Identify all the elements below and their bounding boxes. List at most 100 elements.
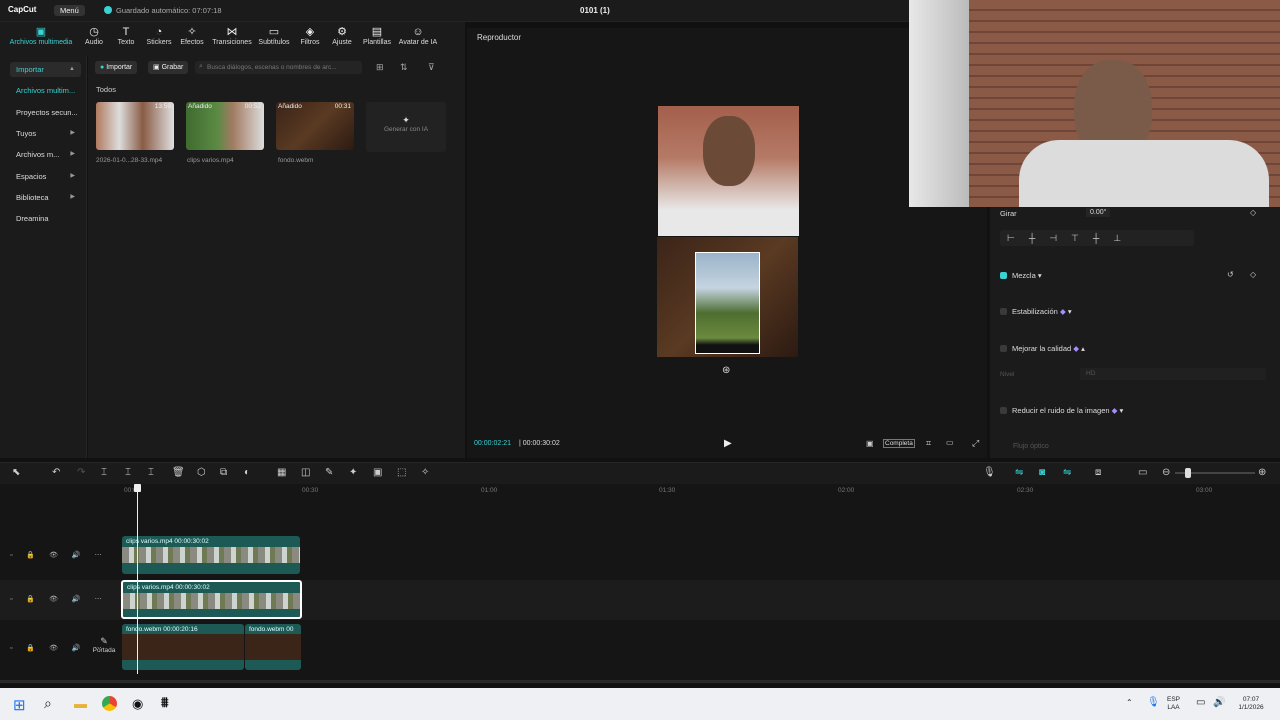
split-icon[interactable]: ⌶ [101,467,107,478]
grid-view-icon[interactable]: ⊞ [376,62,384,73]
volume-icon[interactable]: 🔊 [1213,697,1225,708]
sidebar-item-media-files[interactable]: Archivos multim... [10,83,81,98]
ai-tool-icon[interactable]: ✧ [421,467,429,478]
zoom-in-icon[interactable]: ⊕ [1258,467,1266,478]
crop-clip-icon[interactable]: ⧉ [220,467,227,478]
media-thumb-3[interactable]: Añadido 00:31 [276,102,354,150]
fit-icon[interactable]: ▣ [866,439,874,448]
checkbox-icon[interactable] [1000,272,1007,279]
clock-time: 07:07 [1242,696,1260,703]
fullscreen-icon[interactable]: ⤢ [972,438,979,449]
search-icon[interactable]: ⌕ [44,695,52,712]
media-thumb-2[interactable]: Añadido 00:52 [186,102,264,150]
capcut-icon[interactable]: ⩩ [161,694,168,711]
delete-icon[interactable]: 🗑 [172,467,185,478]
select-tool-icon[interactable]: ⬉ [12,467,20,478]
marker-icon[interactable]: ⬡ [197,467,206,478]
crop-icon[interactable]: ⌗ [926,438,931,449]
background-clip-1[interactable]: fondo.webm 00:00:20:16 [122,624,244,670]
resize-icon[interactable]: ⬚ [397,467,406,478]
mirror-icon[interactable]: ◫ [301,467,310,478]
freeze-icon[interactable]: ▦ [277,467,286,478]
filter-all-label[interactable]: Todos [96,85,116,94]
sidebar-item-library[interactable]: Biblioteca ▶ [10,190,81,205]
checkbox-icon[interactable] [1000,407,1007,414]
magnet-icon[interactable]: ◙ [1039,467,1045,478]
snapshot-icon[interactable]: ▭ [946,438,954,447]
sidebar-item-secondary-projects[interactable]: Proyectos secun... [10,105,81,120]
align-toolbar[interactable]: ⊢┼⊣⊤┼⊥ [1000,230,1194,246]
clock[interactable]: 07:07 1/1/2026 [1231,696,1271,712]
link-icon[interactable]: ⇋ [1015,467,1023,478]
redo-icon[interactable]: ↷ [77,467,85,478]
zoom-out-icon[interactable]: ⊖ [1162,467,1170,478]
filter-icon[interactable]: ⊽ [428,62,435,73]
windows-start-icon[interactable]: ⊞ [13,696,26,714]
subtitle-track-icon[interactable]: ▭ [1138,467,1147,478]
stabilize-row[interactable]: Estabilización ◆ ▾ [1000,307,1072,316]
preview-selected-clip[interactable] [695,252,760,354]
tool-media[interactable]: ▣ Archivos multimedia [5,26,77,46]
tool-subtitles[interactable]: ▭ Subtítulos [254,26,294,46]
background-clip-2[interactable]: fondo.webm 00 [245,624,301,670]
media-thumb-1[interactable]: 13:59 [96,102,174,150]
tool-avatar[interactable]: ☺ Avatar de IA [396,26,440,46]
tool-transitions[interactable]: ⋈ Transiciones [211,26,253,46]
sidebar-item-yours[interactable]: Tuyos ▶ [10,126,81,141]
import-button[interactable]: ● Importar [95,61,138,74]
preview-axis-icon[interactable]: ⧈ [1095,467,1101,478]
checkbox-icon[interactable] [1000,308,1007,315]
language-indicator[interactable]: ESP LAA [1167,696,1180,712]
split-left-icon[interactable]: ⌶ [125,467,131,478]
sidebar-item-dreamina[interactable]: Dreamina [10,211,81,226]
video-clip-1[interactable]: clips varios.mp4 00:00:30:02 [122,536,300,574]
tray-chevron-icon[interactable]: ⌃ [1126,698,1133,707]
speed-icon[interactable]: ◐ [244,467,250,478]
playhead[interactable] [137,484,138,674]
tool-effects[interactable]: ✧ Efectos [172,26,212,46]
magic-icon[interactable]: ✦ [349,467,357,478]
level-select[interactable]: HD [1080,368,1266,380]
reset-icon[interactable]: ↺ [1227,270,1234,279]
checkbox-icon[interactable] [1000,345,1007,352]
playhead-handle[interactable] [134,484,141,492]
undo-icon[interactable]: ↶ [52,467,60,478]
record-button[interactable]: ▣ Grabar [148,61,189,74]
keyframe-icon[interactable]: ◇ [1250,208,1256,217]
track-controls[interactable]: ▫ 🔒 👁 🔊 ⋯ [10,551,108,559]
generate-ai-card[interactable]: ✦ Generar con IA [366,102,446,152]
reverse-icon[interactable]: ✎ [325,467,333,478]
chrome-icon[interactable] [102,696,117,711]
caption-icon[interactable]: ▣ [373,467,382,478]
zoom-handle[interactable] [1185,468,1191,478]
sidebar-item-spaces[interactable]: Espacios ▶ [10,169,81,184]
denoise-row[interactable]: Reducir el ruido de la imagen ◆ ▾ [1000,406,1123,415]
quality-row[interactable]: Mejorar la calidad ◆ ▴ [1000,344,1085,353]
menu-button[interactable]: Menú [54,5,85,16]
microphone-icon[interactable]: 🎙 [983,467,996,478]
ratio-button[interactable]: Completa [883,439,915,448]
video-clip-2-selected[interactable]: clips varios.mp4 00:00:30:02 [121,580,302,619]
preview-top-video[interactable] [658,106,799,236]
cover-button[interactable]: ✎ Portada [92,636,116,660]
play-icon[interactable]: ▶ [724,438,732,449]
obs-icon[interactable]: ◉ [132,696,143,712]
app-logo: CapCut [8,5,37,14]
sidebar-item-import[interactable]: Importar ▲ [10,62,81,77]
track-controls[interactable]: ▫ 🔒 👁 🔊 ⋯ [10,595,108,603]
tool-adjust[interactable]: ⚙ Ajuste [322,26,362,46]
timeline-scrollbar[interactable] [0,680,1280,683]
snap-icon[interactable]: ⇋ [1063,467,1071,478]
split-right-icon[interactable]: ⌶ [148,467,154,478]
keyframe-icon[interactable]: ◇ [1250,270,1256,279]
rotate-handle-icon[interactable]: ⊛ [722,365,730,376]
sort-icon[interactable]: ⇅ [400,62,408,73]
file-explorer-icon[interactable]: ▬ [74,696,87,711]
blend-row[interactable]: Mezcla ▾ [1000,271,1042,280]
sidebar-item-files[interactable]: Archivos m... ▶ [10,147,81,162]
tool-templates[interactable]: ▤ Plantillas [357,26,397,46]
network-icon[interactable]: ▭ [1196,697,1205,708]
search-input[interactable]: Busca diálogos, escenas o nombres de arc… [195,61,362,74]
mic-tray-icon[interactable]: 🎙 [1147,697,1160,708]
rotate-input[interactable]: 0.00° [1086,208,1111,217]
